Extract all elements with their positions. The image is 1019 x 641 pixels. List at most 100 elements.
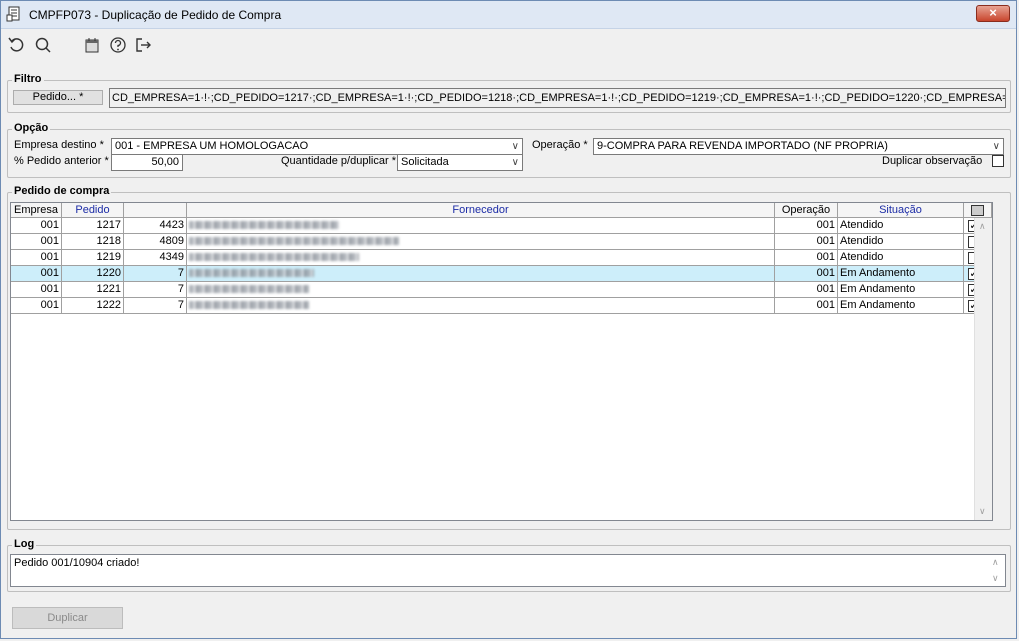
pedido-grid: Empresa Pedido Fornecedor Operação Situa… — [10, 202, 993, 521]
title-bar: CMPFP073 - Duplicação de Pedido de Compr… — [1, 1, 1016, 29]
table-row[interactable]: 00112174423001Atendido✓ — [11, 218, 992, 234]
redacted-text — [189, 237, 399, 246]
chevron-down-icon: ∨ — [511, 141, 519, 152]
filtro-legend: Filtro — [12, 73, 44, 85]
scroll-up-icon[interactable]: ∧ — [992, 557, 999, 568]
col-empresa-header[interactable]: Empresa — [11, 203, 62, 218]
pedido-anterior-label: % Pedido anterior * — [14, 155, 109, 167]
cell-pedido: 1222 — [62, 298, 124, 314]
quantidade-select[interactable]: Solicitada ∨ — [397, 154, 523, 171]
cell-situacao: Em Andamento — [838, 298, 964, 314]
cell-operacao: 001 — [775, 266, 838, 282]
empresa-destino-label: Empresa destino * — [14, 139, 104, 151]
close-icon: × — [989, 5, 997, 20]
redacted-text — [189, 253, 359, 262]
pedido-filter-button[interactable]: Pedido... * — [13, 90, 103, 105]
redacted-text — [189, 285, 309, 294]
empresa-destino-value: 001 - EMPRESA UM HOMOLOGACAO — [115, 140, 309, 152]
scroll-down-icon[interactable]: ∨ — [992, 573, 999, 584]
empresa-destino-select[interactable]: 001 - EMPRESA UM HOMOLOGACAO ∨ — [111, 138, 523, 155]
log-textarea[interactable]: Pedido 001/10904 criado! ∧ ∨ — [10, 554, 1006, 587]
cell-fornecedor-name — [187, 218, 775, 234]
grid-vertical-scrollbar[interactable]: ∧ ∨ — [974, 218, 992, 520]
col-code-header[interactable] — [124, 203, 187, 218]
filtro-group: Filtro Pedido... * CD_EMPRESA=1·!·;CD_PE… — [7, 73, 1011, 113]
duplicar-observacao-checkbox[interactable] — [992, 155, 1004, 167]
cell-empresa: 001 — [11, 218, 62, 234]
cell-situacao: Atendido — [838, 250, 964, 266]
scroll-up-icon[interactable]: ∧ — [979, 221, 986, 232]
filter-value-field[interactable]: CD_EMPRESA=1·!·;CD_PEDIDO=1217·;CD_EMPRE… — [109, 88, 1006, 108]
help-icon[interactable] — [108, 35, 128, 55]
cell-fornecedor-name — [187, 250, 775, 266]
col-fornecedor-header[interactable]: Fornecedor — [187, 203, 775, 218]
cell-pedido: 1221 — [62, 282, 124, 298]
cell-operacao: 001 — [775, 282, 838, 298]
log-legend: Log — [12, 538, 37, 550]
cell-fornecedor-code: 7 — [124, 298, 187, 314]
search-icon[interactable] — [33, 35, 53, 55]
cell-pedido: 1217 — [62, 218, 124, 234]
quantidade-label: Quantidade p/duplicar * — [281, 155, 396, 167]
cell-fornecedor-code: 4423 — [124, 218, 187, 234]
col-select-all-header[interactable] — [964, 203, 992, 218]
table-row[interactable]: 00112217001Em Andamento✓ — [11, 282, 992, 298]
cell-situacao: Atendido — [838, 218, 964, 234]
cell-fornecedor-name — [187, 234, 775, 250]
table-row[interactable]: 00112207001Em Andamento✓ — [11, 266, 992, 282]
cell-fornecedor-name — [187, 266, 775, 282]
pedido-compra-legend: Pedido de compra — [12, 185, 112, 197]
calendar-icon[interactable] — [83, 35, 103, 55]
log-scrollbar[interactable]: ∧ ∨ — [988, 555, 1005, 586]
cell-empresa: 001 — [11, 282, 62, 298]
cell-fornecedor-code: 4349 — [124, 250, 187, 266]
grid-header: Empresa Pedido Fornecedor Operação Situa… — [11, 203, 992, 218]
cell-operacao: 001 — [775, 234, 838, 250]
duplicar-observacao-label: Duplicar observação — [882, 155, 983, 167]
exit-icon[interactable] — [133, 35, 153, 55]
quantidade-value: Solicitada — [401, 156, 449, 168]
pedido-anterior-input[interactable]: 50,00 — [111, 154, 183, 171]
redacted-text — [189, 301, 309, 310]
select-all-checkbox[interactable] — [971, 204, 984, 216]
col-situacao-header[interactable]: Situação — [838, 203, 964, 218]
table-row[interactable]: 001 1218 4809 001 Atendido — [11, 234, 992, 250]
refresh-icon[interactable] — [7, 35, 27, 55]
scroll-down-icon[interactable]: ∨ — [979, 506, 986, 517]
duplicar-button[interactable]: Duplicar — [12, 607, 123, 629]
close-button[interactable]: × — [976, 5, 1010, 22]
chevron-down-icon: ∨ — [992, 141, 1000, 152]
cell-fornecedor-name — [187, 282, 775, 298]
cell-empresa: 001 — [11, 250, 62, 266]
toolbar — [1, 29, 1016, 63]
cell-empresa: 001 — [11, 266, 62, 282]
cell-fornecedor-code: 4809 — [124, 234, 187, 250]
cell-situacao: Atendido — [838, 234, 964, 250]
table-row[interactable]: 001 1219 4349 001 Atendido — [11, 250, 992, 266]
operacao-select[interactable]: 9-COMPRA PARA REVENDA IMPORTADO (NF PROP… — [593, 138, 1004, 155]
table-row[interactable]: 00112227001Em Andamento✓ — [11, 298, 992, 314]
window-title: CMPFP073 - Duplicação de Pedido de Compr… — [29, 8, 282, 22]
cell-fornecedor-name — [187, 298, 775, 314]
cell-empresa: 001 — [11, 234, 62, 250]
operacao-value: 9-COMPRA PARA REVENDA IMPORTADO (NF PROP… — [597, 140, 888, 152]
cell-operacao: 001 — [775, 298, 838, 314]
cell-fornecedor-code: 7 — [124, 282, 187, 298]
cell-operacao: 001 — [775, 250, 838, 266]
operacao-label: Operação * — [532, 139, 588, 151]
opcao-group: Opção Empresa destino * 001 - EMPRESA UM… — [7, 122, 1011, 178]
cell-pedido: 1220 — [62, 266, 124, 282]
cell-operacao: 001 — [775, 218, 838, 234]
cell-pedido: 1219 — [62, 250, 124, 266]
cell-situacao: Em Andamento — [838, 282, 964, 298]
cell-empresa: 001 — [11, 298, 62, 314]
chevron-down-icon: ∨ — [511, 157, 519, 168]
col-operacao-header[interactable]: Operação — [775, 203, 838, 218]
log-text: Pedido 001/10904 criado! — [14, 557, 140, 569]
main-window: CMPFP073 - Duplicação de Pedido de Compr… — [0, 0, 1017, 639]
redacted-text — [189, 221, 339, 230]
cell-pedido: 1218 — [62, 234, 124, 250]
col-pedido-header[interactable]: Pedido — [62, 203, 124, 218]
redacted-text — [189, 269, 314, 278]
app-document-icon — [6, 6, 22, 22]
